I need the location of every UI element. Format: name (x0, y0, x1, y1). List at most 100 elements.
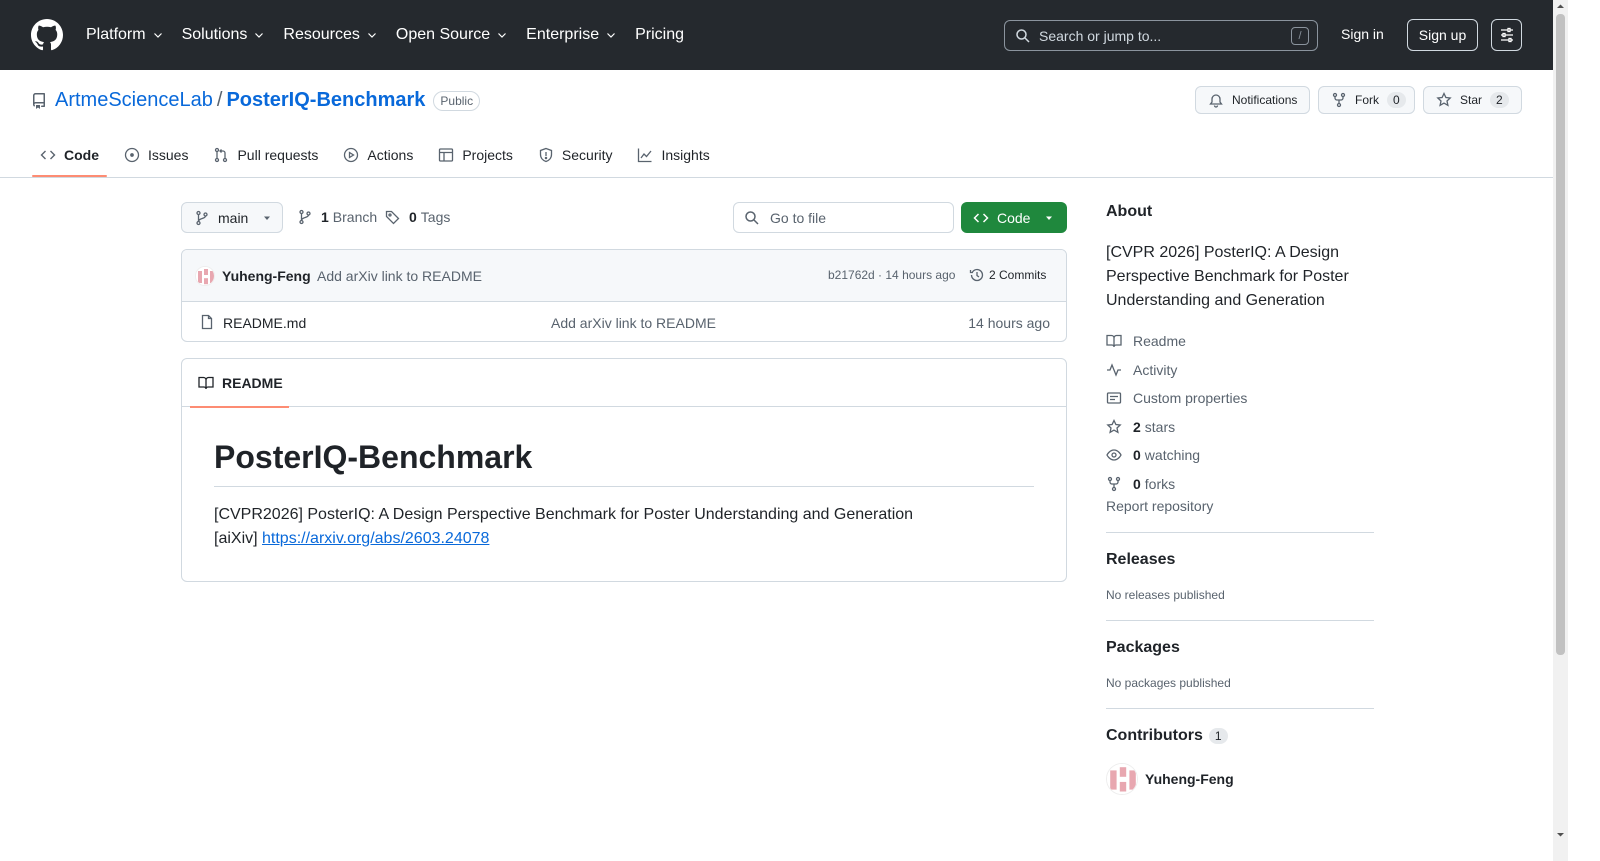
readme-panel: README PosterIQ-Benchmark [CVPR2026] Pos… (181, 358, 1067, 582)
commit-author-link[interactable]: Yuheng-Feng (222, 268, 311, 284)
sidebar-divider (1106, 620, 1374, 621)
branch-select-button[interactable]: main (181, 202, 283, 233)
repo-owner-link[interactable]: ArtmeScienceLab (55, 89, 213, 112)
visibility-badge: Public (433, 90, 481, 111)
sign-in-link[interactable]: Sign in (1341, 26, 1384, 42)
watching-link[interactable]: 0 watching (1106, 441, 1374, 470)
contributors-heading[interactable]: Contributors 1 (1106, 727, 1374, 745)
chevron-down-icon (367, 33, 376, 38)
file-name-link[interactable]: README.md (223, 315, 306, 331)
github-logo-icon[interactable] (31, 19, 63, 51)
about-links: Readme Activity Custom properties 2 star… (1106, 327, 1374, 498)
chevron-down-icon (255, 33, 264, 38)
play-icon (344, 147, 359, 163)
contributor-name[interactable]: Yuheng-Feng (1145, 771, 1234, 787)
fork-button[interactable]: Fork 0 (1318, 86, 1415, 114)
sign-up-button[interactable]: Sign up (1407, 19, 1478, 51)
page-scrollbar[interactable] (1553, 0, 1568, 861)
search-icon (745, 210, 759, 225)
repo-title: ArtmeScienceLab / PosterIQ-Benchmark Pub… (31, 89, 481, 112)
readme-line-2-prefix: [aiXiv] (214, 530, 263, 547)
commit-message-link[interactable]: Add arXiv link to README (317, 268, 482, 284)
tabs-divider (0, 177, 1553, 178)
commits-history-link[interactable]: 2 Commits (969, 267, 1046, 283)
contributors-count: 1 (1208, 728, 1228, 744)
issue-opened-icon (124, 147, 140, 163)
notifications-button[interactable]: Notifications (1195, 86, 1310, 114)
branch-label: Branch (332, 209, 378, 225)
go-to-file-input[interactable]: Go to file (733, 202, 954, 233)
readme-link[interactable]: Readme (1106, 327, 1374, 356)
star-icon (1106, 418, 1122, 434)
tab-issues[interactable]: Issues (116, 137, 196, 173)
eye-icon (1106, 449, 1122, 461)
readme-tab-label: README (222, 375, 283, 391)
repo-separator: / (216, 89, 223, 111)
tab-pull-requests[interactable]: Pull requests (205, 137, 326, 173)
scroll-up-arrow-icon[interactable] (1556, 2, 1565, 11)
branches-link[interactable]: 1 Branch (297, 209, 377, 225)
readme-tab[interactable]: README (190, 359, 289, 408)
settings-menu-button[interactable] (1491, 19, 1522, 51)
pulse-icon (1107, 362, 1121, 377)
fork-count: 0 (1387, 92, 1406, 108)
stars-count: 2 (1133, 418, 1141, 435)
nav-label: Enterprise (526, 26, 600, 43)
star-label: Star (1460, 93, 1483, 107)
about-heading: About (1106, 203, 1153, 220)
packages-heading[interactable]: Packages (1106, 639, 1374, 657)
star-button[interactable]: Star 2 (1423, 86, 1522, 114)
nav-enterprise[interactable]: Enterprise (526, 26, 617, 44)
stars-link[interactable]: 2 stars (1106, 413, 1374, 442)
commit-hash-time[interactable]: b21762d · 14 hours ago (828, 268, 955, 282)
scrollbar-thumb[interactable] (1556, 14, 1565, 655)
forks-link[interactable]: 0 forks (1106, 470, 1374, 499)
packages-empty-text: No packages published (1106, 676, 1231, 690)
forks-label: forks (1144, 475, 1176, 492)
nav-open-source[interactable]: Open Source (396, 26, 508, 44)
nav-label: Resources (283, 26, 360, 43)
branch-name: main (218, 209, 249, 226)
stars-label: stars (1144, 418, 1176, 435)
tab-label: Code (64, 147, 99, 163)
releases-heading[interactable]: Releases (1106, 551, 1374, 569)
tab-label: Issues (148, 147, 189, 163)
tab-label: Actions (367, 147, 414, 163)
book-icon (1106, 335, 1122, 348)
tags-link[interactable]: 0 Tags (385, 209, 450, 225)
history-icon (969, 268, 984, 282)
star-icon (1436, 92, 1452, 107)
avatar[interactable] (195, 266, 215, 286)
tab-code[interactable]: Code (32, 137, 107, 177)
nav-platform[interactable]: Platform (86, 26, 164, 44)
readme-body: PosterIQ-Benchmark [CVPR2026] PosterIQ: … (182, 407, 1066, 551)
file-commit-message[interactable]: Add arXiv link to README (551, 315, 716, 331)
avatar[interactable] (1106, 763, 1138, 795)
graph-icon (638, 148, 652, 163)
nav-resources[interactable]: Resources (283, 26, 377, 44)
table-row[interactable]: README.md Add arXiv link to README 14 ho… (182, 302, 1066, 341)
sidebar-divider (1106, 708, 1374, 709)
nav-pricing[interactable]: Pricing (635, 26, 684, 44)
activity-link[interactable]: Activity (1106, 356, 1374, 385)
tab-insights[interactable]: Insights (629, 137, 717, 173)
contributor-item[interactable]: Yuheng-Feng (1106, 763, 1374, 795)
nav-solutions[interactable]: Solutions (182, 26, 266, 44)
tab-label: Pull requests (237, 147, 319, 163)
tag-count: 0 (409, 209, 417, 225)
chevron-down-icon (607, 33, 616, 38)
about-description: [CVPR 2026] PosterIQ: A Design Perspecti… (1106, 244, 1349, 309)
tab-projects[interactable]: Projects (430, 137, 521, 173)
code-button-label: Code (997, 209, 1031, 226)
branch-count: 1 (321, 209, 329, 225)
code-dropdown-button[interactable]: Code (961, 202, 1067, 233)
repo-name-link[interactable]: PosterIQ-Benchmark (226, 89, 425, 112)
scroll-down-arrow-icon[interactable] (1556, 830, 1565, 839)
tab-security[interactable]: Security (530, 137, 621, 173)
arxiv-link[interactable]: https://arxiv.org/abs/2603.24078 (262, 530, 489, 547)
global-search-input[interactable]: Search or jump to... / (1004, 20, 1318, 51)
tab-actions[interactable]: Actions (335, 137, 421, 173)
report-repository-link[interactable]: Report repository (1106, 498, 1213, 514)
triangle-down-icon (264, 216, 271, 220)
custom-properties-link[interactable]: Custom properties (1106, 384, 1374, 413)
